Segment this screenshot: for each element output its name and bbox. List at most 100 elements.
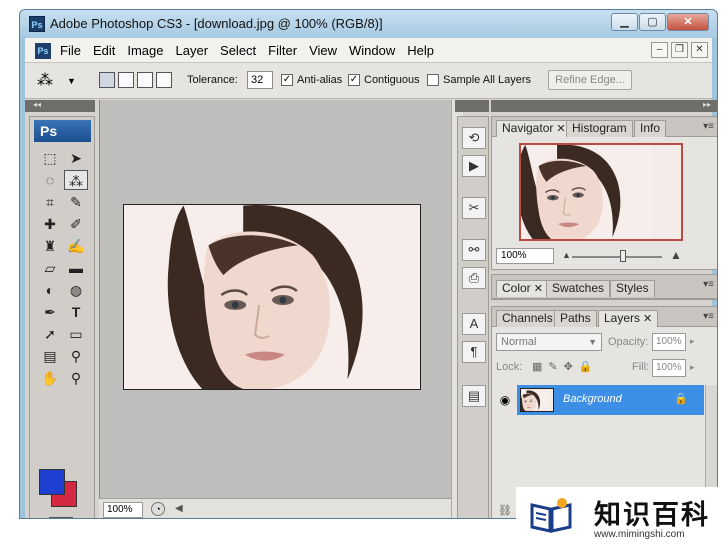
layer-row-background[interactable]: ◉ Background 🔒 xyxy=(493,385,704,415)
tab-layers[interactable]: Layers ✕ xyxy=(598,310,659,327)
navigator-preview[interactable] xyxy=(519,143,683,241)
crop-tool-icon[interactable]: ⌗ xyxy=(38,192,62,212)
actions-panel-icon[interactable]: ▶ xyxy=(462,155,486,177)
chevron-right-icon[interactable]: ▸ xyxy=(690,362,695,373)
add-to-selection-button[interactable] xyxy=(118,72,134,88)
panels-collapse-bar[interactable]: ▸▸ xyxy=(491,100,717,112)
tab-info[interactable]: Info xyxy=(634,120,667,137)
gradient-tool-icon[interactable]: ▬ xyxy=(64,258,88,278)
minimize-button[interactable]: ▁ xyxy=(611,13,638,31)
new-selection-button[interactable] xyxy=(99,72,115,88)
history-brush-icon[interactable]: ✍ xyxy=(64,236,88,256)
zoom-slider[interactable] xyxy=(572,256,662,258)
sample-all-layers-checkbox[interactable] xyxy=(427,74,439,86)
quick-mask-button[interactable]: ◯ xyxy=(49,517,73,518)
tab-channels[interactable]: Channels xyxy=(496,310,559,327)
tolerance-input[interactable]: 32 xyxy=(247,71,273,89)
brush-tool-icon[interactable]: ✐ xyxy=(64,214,88,234)
foreground-color-swatch[interactable] xyxy=(39,469,65,495)
paragraph-panel-icon[interactable]: ¶ xyxy=(462,341,486,363)
watermark: 知识百科 www.mimingshi.com xyxy=(516,487,728,546)
layers-scrollbar[interactable] xyxy=(705,385,717,489)
lasso-tool-icon[interactable]: ◌ xyxy=(38,170,62,190)
document-image[interactable] xyxy=(123,204,421,390)
menu-file[interactable]: File xyxy=(60,43,81,58)
healing-brush-icon[interactable]: ✚ xyxy=(38,214,62,234)
hand-tool-icon[interactable]: ✋ xyxy=(38,368,62,388)
blur-tool-icon[interactable]: ◐ xyxy=(38,280,62,300)
refine-edge-button[interactable]: Refine Edge... xyxy=(548,70,632,90)
character-panel-icon[interactable]: A xyxy=(462,313,486,335)
layer-comps-icon[interactable]: ▤ xyxy=(462,385,486,407)
pen-tool-icon[interactable]: ✒ xyxy=(38,302,62,322)
chevron-right-icon[interactable]: ▸ xyxy=(690,336,695,347)
title-bar[interactable]: Ps Adobe Photoshop CS3 - [download.jpg @… xyxy=(20,10,717,38)
clone-source-icon[interactable]: ⎙ xyxy=(462,267,486,289)
marquee-tool-icon[interactable]: ⬚ xyxy=(38,148,62,168)
slice-tool-icon[interactable]: ✎ xyxy=(64,192,88,212)
eyedropper-icon[interactable]: ⚲ xyxy=(64,346,88,366)
notes-tool-icon[interactable]: ▤ xyxy=(38,346,62,366)
toolbox-collapse-bar[interactable]: ◂◂ xyxy=(25,100,95,112)
menu-filter[interactable]: Filter xyxy=(268,43,297,58)
history-panel-icon[interactable]: ⟲ xyxy=(462,127,486,149)
opacity-input[interactable]: 100% xyxy=(652,333,686,351)
tab-color[interactable]: Color ✕ xyxy=(496,280,549,297)
menu-help[interactable]: Help xyxy=(407,43,434,58)
status-menu-arrow-icon[interactable]: ◀ xyxy=(175,503,183,514)
maximize-button[interactable]: ▢ xyxy=(639,13,666,31)
canvas-area[interactable] xyxy=(99,100,451,498)
type-tool-icon[interactable]: T xyxy=(64,302,88,322)
close-icon[interactable]: ✕ xyxy=(534,283,543,295)
anti-alias-checkbox[interactable]: ✓ xyxy=(281,74,293,86)
tab-styles[interactable]: Styles xyxy=(610,280,655,297)
panel-menu-icon[interactable]: ▾≡ xyxy=(703,279,714,290)
move-tool-icon[interactable]: ➤ xyxy=(64,148,88,168)
intersect-selection-button[interactable] xyxy=(156,72,172,88)
tab-paths[interactable]: Paths xyxy=(554,310,597,327)
zoom-level-field[interactable]: 100% xyxy=(103,502,143,518)
panel-menu-icon[interactable]: ▾≡ xyxy=(703,311,714,322)
dodge-tool-icon[interactable]: ◍ xyxy=(64,280,88,300)
ps-logo: Ps xyxy=(34,120,91,142)
tab-swatches[interactable]: Swatches xyxy=(546,280,611,297)
close-icon[interactable]: ✕ xyxy=(556,123,565,135)
blend-mode-select[interactable]: Normal ▼ xyxy=(496,333,602,351)
path-selection-icon[interactable]: ➚ xyxy=(38,324,62,344)
tab-navigator[interactable]: Navigator ✕ xyxy=(496,120,572,137)
menu-layer[interactable]: Layer xyxy=(176,43,209,58)
doc-close-button[interactable]: ✕ xyxy=(691,42,708,58)
menu-view[interactable]: View xyxy=(309,43,337,58)
menu-select[interactable]: Select xyxy=(220,43,256,58)
subtract-from-selection-button[interactable] xyxy=(137,72,153,88)
panel-menu-icon[interactable]: ▾≡ xyxy=(703,121,714,132)
close-icon[interactable]: ✕ xyxy=(643,313,652,325)
zoom-in-icon[interactable]: ▲ xyxy=(670,248,682,262)
shape-tool-icon[interactable]: ▭ xyxy=(64,324,88,344)
eye-icon[interactable]: ◉ xyxy=(493,385,517,415)
lock-options[interactable]: ▦✎✥🔒 xyxy=(532,360,599,373)
brushes-panel-icon[interactable]: ⚯ xyxy=(462,239,486,261)
close-button[interactable]: ✕ xyxy=(667,13,709,31)
doc-minimize-button[interactable]: – xyxy=(651,42,668,58)
document-icon[interactable]: Ps xyxy=(35,43,51,59)
contiguous-checkbox[interactable]: ✓ xyxy=(348,74,360,86)
zoom-tool-icon[interactable]: ⚲ xyxy=(64,368,88,388)
menu-edit[interactable]: Edit xyxy=(93,43,115,58)
fill-input[interactable]: 100% xyxy=(652,359,686,377)
status-info-icon[interactable]: ◔ xyxy=(151,502,165,516)
magic-wand-tool-icon[interactable]: ⁂ xyxy=(64,170,88,190)
tool-preset-picker[interactable]: ⁂ ▼ xyxy=(37,70,81,92)
tool-presets-icon[interactable]: ✂ xyxy=(462,197,486,219)
navigator-zoom-field[interactable]: 100% xyxy=(496,248,554,264)
tab-histogram[interactable]: Histogram xyxy=(566,120,633,137)
doc-restore-button[interactable]: ❐ xyxy=(671,42,688,58)
menu-window[interactable]: Window xyxy=(349,43,395,58)
eraser-tool-icon[interactable]: ▱ xyxy=(38,258,62,278)
clone-stamp-icon[interactable]: ♜ xyxy=(38,236,62,256)
link-layers-icon[interactable]: ⛓ xyxy=(498,504,512,517)
zoom-slider-handle[interactable] xyxy=(620,250,626,262)
dock-collapse-bar[interactable] xyxy=(455,100,489,112)
zoom-out-icon[interactable]: ▲ xyxy=(562,250,571,260)
menu-image[interactable]: Image xyxy=(127,43,163,58)
